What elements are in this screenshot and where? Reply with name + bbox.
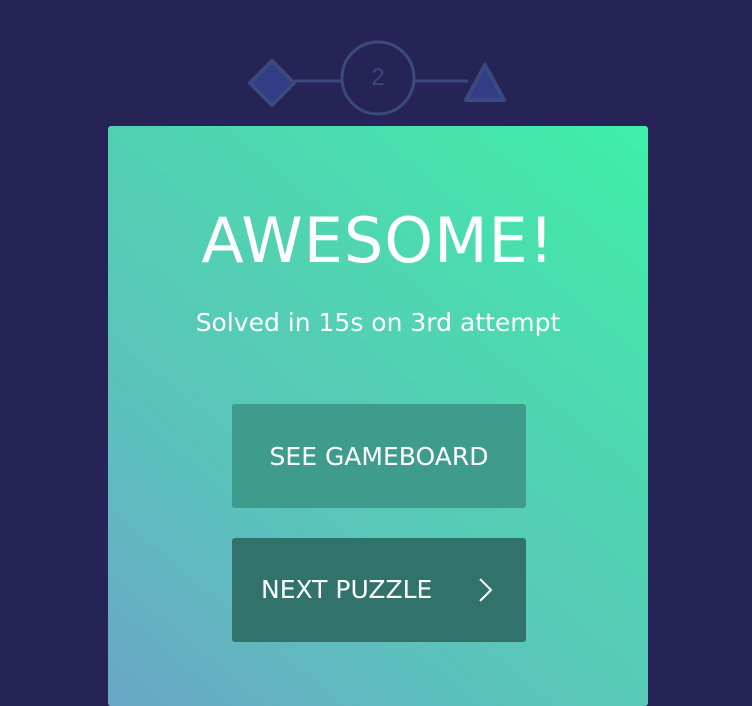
current-step-number: 2 [371,64,385,91]
puzzle-progress: 2 [0,0,752,120]
result-headline: AWESOME! [201,204,555,277]
diamond-icon [248,59,296,107]
result-subtitle: Solved in 15s on 3rd attempt [195,308,561,337]
see-gameboard-button[interactable]: SEE GAMEBOARD [232,404,526,508]
chevron-right-icon [479,578,493,602]
result-card: AWESOME! Solved in 15s on 3rd attempt SE… [108,126,648,706]
see-gameboard-label: SEE GAMEBOARD [269,441,489,471]
next-puzzle-label: NEXT PUZZLE [261,575,433,604]
next-puzzle-button[interactable]: NEXT PUZZLE [232,538,526,642]
triangle-icon [464,63,506,102]
